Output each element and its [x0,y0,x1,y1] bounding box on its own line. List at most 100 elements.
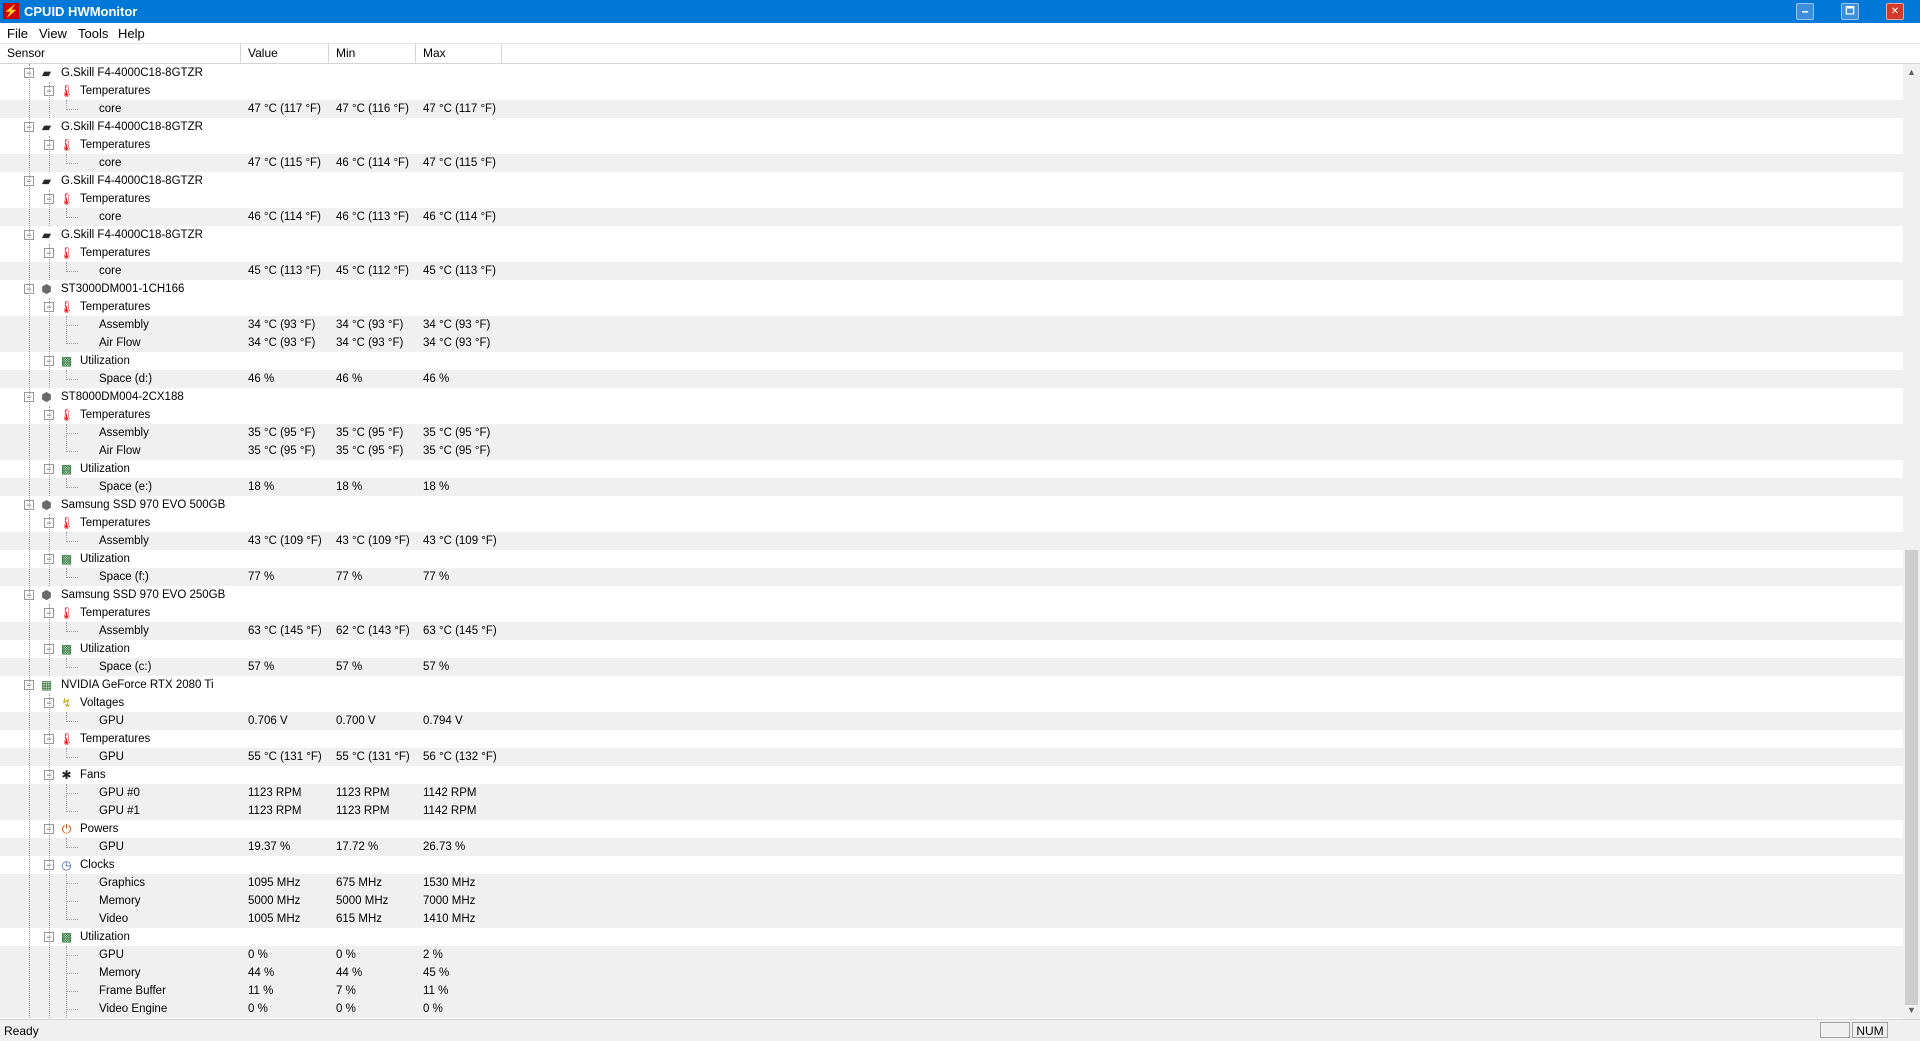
sensor-row[interactable]: Memory 44 % 44 % 45 % [0,964,1903,982]
tree-guide-line [66,424,67,452]
device-label: NVIDIA GeForce RTX 2080 Ti [61,679,214,691]
sensor-row[interactable]: core 46 °C (114 °F) 46 °C (113 °F) 46 °C (1… [0,208,1903,226]
sensor-row[interactable]: Space (c:) 57 % 57 % 57 % [0,658,1903,676]
sensor-label: Frame Buffer [99,985,166,997]
sensor-max-cell: 0 % [423,1003,443,1015]
sensor-value-cell: 19.37 % [248,841,291,853]
sensor-row[interactable]: Frame Buffer 11 % 7 % 11 % [0,982,1903,1000]
device-row[interactable]: − ⬢ ST3000DM001-1CH166 [0,280,1903,298]
sensor-tree[interactable]: − ▰ G.Skill F4-4000C18-8GTZR − 🌡 Temperatures… [0,64,1903,1019]
menu-file[interactable]: File [7,26,28,41]
group-row[interactable]: − 🌡 Temperatures [0,244,1903,262]
device-row[interactable]: − ⬢ Samsung SSD 970 EVO 500GB [0,496,1903,514]
group-label: Voltages [80,697,125,709]
group-row[interactable]: − 🌡 Temperatures [0,298,1903,316]
group-row[interactable]: − ⏻ Powers [0,820,1903,838]
device-row[interactable]: − ⬢ ST8000DM004-2CX188 [0,388,1903,406]
sensor-row[interactable]: Space (f:) 77 % 77 % 77 % [0,568,1903,586]
sensor-row[interactable]: GPU 19.37 % 17.72 % 26.73 % [0,838,1903,856]
column-header-max[interactable]: Max [416,44,502,63]
group-row[interactable]: − ◷ Clocks [0,856,1903,874]
sensor-row[interactable]: core 45 °C (113 °F) 45 °C (112 °F) 45 °C (1… [0,262,1903,280]
maximize-button[interactable]: 🗖 [1841,3,1859,20]
group-row[interactable]: − 🌡 Temperatures [0,604,1903,622]
sensor-row[interactable]: Video Engine 0 % 0 % 0 % [0,1000,1903,1018]
sensor-max-cell: 43 °C (109 °F) [423,535,497,547]
column-header-min[interactable]: Min [329,44,416,63]
group-row[interactable]: − ▩ Utilization [0,460,1903,478]
group-label: Utilization [80,553,130,565]
scroll-down-arrow-icon[interactable]: ▼ [1903,1002,1920,1019]
sensor-row[interactable]: core 47 °C (117 °F) 47 °C (116 °F) 47 °C (1… [0,100,1903,118]
sensor-row[interactable]: GPU #0 1123 RPM 1123 RPM 1142 RPM [0,784,1903,802]
sensor-row[interactable]: GPU 0.706 V 0.700 V 0.794 V [0,712,1903,730]
sensor-min-cell: 62 °C (143 °F) [336,625,410,637]
group-row[interactable]: − 🌡 Temperatures [0,82,1903,100]
group-label: Temperatures [80,139,151,151]
sensor-row[interactable]: Memory 5000 MHz 5000 MHz 7000 MHz [0,892,1903,910]
device-row[interactable]: − ▦ NVIDIA GeForce RTX 2080 Ti [0,676,1903,694]
group-row[interactable]: − ▩ Utilization [0,352,1903,370]
group-row[interactable]: − ▩ Utilization [0,640,1903,658]
device-row[interactable]: − ▰ G.Skill F4-4000C18-8GTZR [0,64,1903,82]
sensor-row[interactable]: GPU #1 1123 RPM 1123 RPM 1142 RPM [0,802,1903,820]
sensor-max-cell: 35 °C (95 °F) [423,427,491,439]
column-header-value[interactable]: Value [241,44,329,63]
hwmonitor-app-icon[interactable]: ⚡ [3,3,19,19]
tree-guide-line [49,82,50,118]
group-row[interactable]: − ▩ Utilization [0,550,1903,568]
sensor-row[interactable]: GPU 55 °C (131 °F) 55 °C (131 °F) 56 °C (13… [0,748,1903,766]
sensor-value-cell: 46 % [248,373,275,385]
group-row[interactable]: − 🌡 Temperatures [0,730,1903,748]
scrollbar-thumb[interactable] [1905,550,1918,1005]
menu-view[interactable]: View [39,26,67,41]
sensor-row[interactable]: Assembly 43 °C (109 °F) 43 °C (109 °F) 43 °… [0,532,1903,550]
sensor-max-cell: 47 °C (115 °F) [423,157,496,169]
tree-connector [66,631,78,632]
group-row[interactable]: − ↯ Voltages [0,694,1903,712]
tree-guide-line [66,568,67,578]
ram-icon: ▰ [41,228,52,242]
device-row[interactable]: − ▰ G.Skill F4-4000C18-8GTZR [0,118,1903,136]
tree-guide-line [66,622,67,632]
device-row[interactable]: − ⬢ Samsung SSD 970 EVO 250GB [0,586,1903,604]
group-row[interactable]: − ✱ Fans [0,766,1903,784]
sensor-row[interactable]: Assembly 34 °C (93 °F) 34 °C (93 °F) 34 °C … [0,316,1903,334]
column-header-sensor[interactable]: Sensor [0,44,241,63]
sensor-label: core [99,265,122,277]
minimize-button[interactable]: 🗕 [1796,3,1814,20]
hdd-icon: ⬢ [41,588,52,602]
group-row[interactable]: − 🌡 Temperatures [0,190,1903,208]
sensor-row[interactable]: Air Flow 35 °C (95 °F) 35 °C (95 °F) 35 °C … [0,442,1903,460]
sensor-row[interactable]: Video 1005 MHz 615 MHz 1410 MHz [0,910,1903,928]
sensor-row[interactable]: Graphics 1095 MHz 675 MHz 1530 MHz [0,874,1903,892]
tree-connector [66,793,78,794]
group-label: Temperatures [80,247,151,259]
menu-tools[interactable]: Tools [78,26,108,41]
group-row[interactable]: − ▩ Utilization [0,928,1903,946]
sensor-row[interactable]: Air Flow 34 °C (93 °F) 34 °C (93 °F) 34 °C … [0,334,1903,352]
menu-help[interactable]: Help [118,26,145,41]
sensor-row[interactable]: Space (e:) 18 % 18 % 18 % [0,478,1903,496]
group-label: Utilization [80,463,130,475]
group-row[interactable]: − 🌡 Temperatures [0,406,1903,424]
device-row[interactable]: − ▰ G.Skill F4-4000C18-8GTZR [0,226,1903,244]
tree-guide-line [66,154,67,164]
group-row[interactable]: − 🌡 Temperatures [0,514,1903,532]
sensor-row[interactable]: Assembly 63 °C (145 °F) 62 °C (143 °F) 63 °… [0,622,1903,640]
device-label: G.Skill F4-4000C18-8GTZR [61,175,203,187]
sensor-row[interactable]: Space (d:) 46 % 46 % 46 % [0,370,1903,388]
sensor-value-cell: 5000 MHz [248,895,301,907]
thermometer-icon: 🌡 [59,408,75,422]
scroll-up-arrow-icon[interactable]: ▲ [1903,64,1920,81]
sensor-row[interactable]: core 47 °C (115 °F) 46 °C (114 °F) 47 °C (1… [0,154,1903,172]
sensor-row[interactable]: GPU 0 % 0 % 2 % [0,946,1903,964]
menu-bar: File View Tools Help [0,23,1920,44]
close-button[interactable]: ✕ [1886,3,1904,20]
sensor-row[interactable]: Assembly 35 °C (95 °F) 35 °C (95 °F) 35 °C … [0,424,1903,442]
vertical-scrollbar[interactable]: ▲ ▼ [1903,64,1920,1019]
device-row[interactable]: − ▰ G.Skill F4-4000C18-8GTZR [0,172,1903,190]
tree-guide-line [66,784,67,812]
tree-connector [66,1009,78,1010]
group-row[interactable]: − 🌡 Temperatures [0,136,1903,154]
